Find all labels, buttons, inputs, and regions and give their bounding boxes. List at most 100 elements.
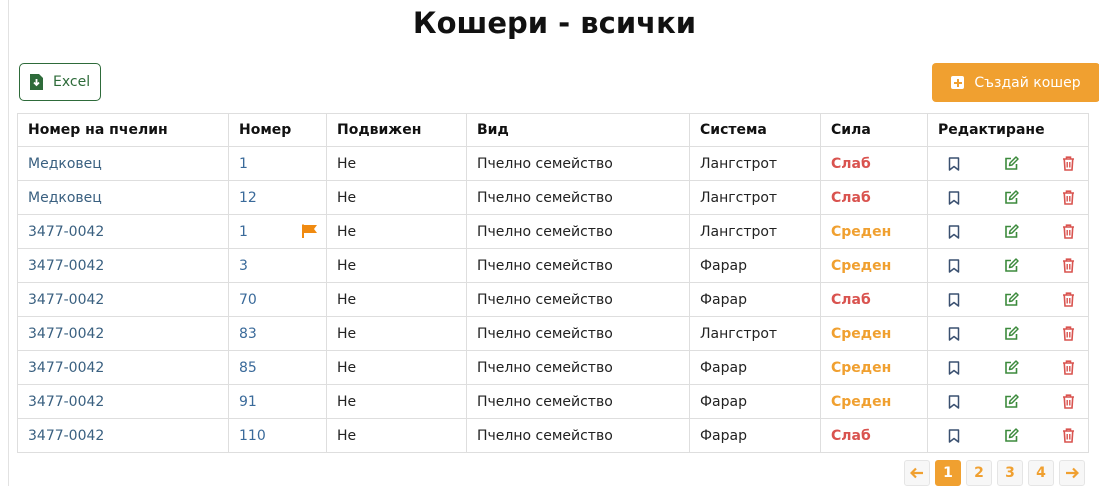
- hive-number-cell: 91: [228, 384, 327, 419]
- plus-square-icon: [951, 76, 965, 89]
- excel-export-button[interactable]: Excel: [19, 63, 101, 101]
- hive-number-link[interactable]: 3: [239, 258, 248, 274]
- trash-icon[interactable]: [1062, 360, 1082, 375]
- apiary-link[interactable]: Медковец: [17, 146, 229, 181]
- mobile-cell: Не: [326, 248, 467, 283]
- arrow-left-icon: [910, 467, 923, 479]
- col-header-mobile[interactable]: Подвижен: [326, 113, 467, 147]
- prev-page-button[interactable]: [904, 460, 930, 486]
- type-cell: Пчелно семейство: [466, 180, 690, 215]
- table-row: 3477-0042 70 Не Пчелно семейство Фарар Слаб: [17, 282, 1089, 317]
- hive-number-link[interactable]: 91: [239, 394, 257, 410]
- strength-badge: Среден: [820, 350, 928, 385]
- page-button-4[interactable]: 4: [1028, 460, 1054, 486]
- bookmark-icon[interactable]: [938, 360, 1004, 375]
- hive-number-link[interactable]: 1: [239, 156, 248, 172]
- next-page-button[interactable]: [1059, 460, 1085, 486]
- trash-icon[interactable]: [1062, 326, 1082, 341]
- type-cell: Пчелно семейство: [466, 248, 690, 283]
- hive-number-link[interactable]: 70: [239, 292, 257, 308]
- bookmark-icon[interactable]: [938, 292, 1004, 307]
- col-header-strength[interactable]: Сила: [820, 113, 928, 147]
- edit-icon[interactable]: [1004, 360, 1062, 375]
- col-header-number[interactable]: Номер: [228, 113, 327, 147]
- system-cell: Фарар: [689, 350, 821, 385]
- system-cell: Фарар: [689, 282, 821, 317]
- strength-badge: Среден: [820, 316, 928, 351]
- trash-icon[interactable]: [1062, 224, 1082, 239]
- table-row: 3477-0042 1 Не Пчелно семейство Лангстрот Сре…: [17, 214, 1089, 249]
- bookmark-icon[interactable]: [938, 224, 1004, 239]
- hive-number-link[interactable]: 85: [239, 360, 257, 376]
- mobile-cell: Не: [326, 418, 467, 453]
- actions-cell: [927, 316, 1089, 351]
- arrow-right-icon: [1066, 467, 1079, 479]
- page-button-2[interactable]: 2: [966, 460, 992, 486]
- bookmark-icon[interactable]: [938, 326, 1004, 341]
- edit-icon[interactable]: [1004, 394, 1062, 409]
- system-cell: Лангстрот: [689, 316, 821, 351]
- table-header-row: Номер на пчелин Номер Подвижен Вид Систе…: [17, 113, 1089, 147]
- edit-icon[interactable]: [1004, 326, 1062, 341]
- page-button-3[interactable]: 3: [997, 460, 1023, 486]
- apiary-link[interactable]: 3477-0042: [17, 316, 229, 351]
- create-hive-button[interactable]: Създай кошер: [932, 63, 1099, 102]
- hive-number-cell: 12: [228, 180, 327, 215]
- apiary-link[interactable]: 3477-0042: [17, 248, 229, 283]
- strength-badge: Слаб: [820, 418, 928, 453]
- apiary-link[interactable]: 3477-0042: [17, 350, 229, 385]
- hive-number-link[interactable]: 12: [239, 190, 257, 206]
- edit-icon[interactable]: [1004, 428, 1062, 443]
- trash-icon[interactable]: [1062, 156, 1082, 171]
- create-button-label: Създай кошер: [974, 74, 1081, 91]
- col-header-system[interactable]: Система: [689, 113, 821, 147]
- trash-icon[interactable]: [1062, 428, 1082, 443]
- mobile-cell: Не: [326, 180, 467, 215]
- bookmark-icon[interactable]: [938, 156, 1004, 171]
- trash-icon[interactable]: [1062, 258, 1082, 273]
- edit-icon[interactable]: [1004, 190, 1062, 205]
- system-cell: Фарар: [689, 384, 821, 419]
- trash-icon[interactable]: [1062, 190, 1082, 205]
- hive-number-cell: 1: [228, 146, 327, 181]
- trash-icon[interactable]: [1062, 394, 1082, 409]
- actions-cell: [927, 418, 1089, 453]
- type-cell: Пчелно семейство: [466, 214, 690, 249]
- apiary-link[interactable]: 3477-0042: [17, 282, 229, 317]
- hive-number-cell: 83: [228, 316, 327, 351]
- hive-number-link[interactable]: 110: [239, 428, 266, 444]
- page-button-1[interactable]: 1: [935, 460, 961, 486]
- edit-icon[interactable]: [1004, 224, 1062, 239]
- strength-badge: Слаб: [820, 180, 928, 215]
- apiary-link[interactable]: 3477-0042: [17, 384, 229, 419]
- strength-badge: Среден: [820, 384, 928, 419]
- actions-cell: [927, 384, 1089, 419]
- hive-number-link[interactable]: 83: [239, 326, 257, 342]
- hive-number-link[interactable]: 1: [239, 224, 248, 240]
- bookmark-icon[interactable]: [938, 394, 1004, 409]
- edit-icon[interactable]: [1004, 156, 1062, 171]
- type-cell: Пчелно семейство: [466, 316, 690, 351]
- table-row: 3477-0042 83 Не Пчелно семейство Лангстрот Ср…: [17, 316, 1089, 351]
- apiary-link[interactable]: Медковец: [17, 180, 229, 215]
- type-cell: Пчелно семейство: [466, 282, 690, 317]
- trash-icon[interactable]: [1062, 292, 1082, 307]
- bookmark-icon[interactable]: [938, 190, 1004, 205]
- hive-number-cell: 70: [228, 282, 327, 317]
- hive-number-cell: 85: [228, 350, 327, 385]
- actions-cell: [927, 146, 1089, 181]
- bookmark-icon[interactable]: [938, 428, 1004, 443]
- apiary-link[interactable]: 3477-0042: [17, 418, 229, 453]
- mobile-cell: Не: [326, 350, 467, 385]
- col-header-type[interactable]: Вид: [466, 113, 690, 147]
- mobile-cell: Не: [326, 282, 467, 317]
- system-cell: Лангстрот: [689, 180, 821, 215]
- col-header-apiary[interactable]: Номер на пчелин: [17, 113, 229, 147]
- actions-cell: [927, 350, 1089, 385]
- edit-icon[interactable]: [1004, 258, 1062, 273]
- strength-badge: Слаб: [820, 146, 928, 181]
- edit-icon[interactable]: [1004, 292, 1062, 307]
- bookmark-icon[interactable]: [938, 258, 1004, 273]
- apiary-link[interactable]: 3477-0042: [17, 214, 229, 249]
- excel-button-label: Excel: [53, 74, 91, 90]
